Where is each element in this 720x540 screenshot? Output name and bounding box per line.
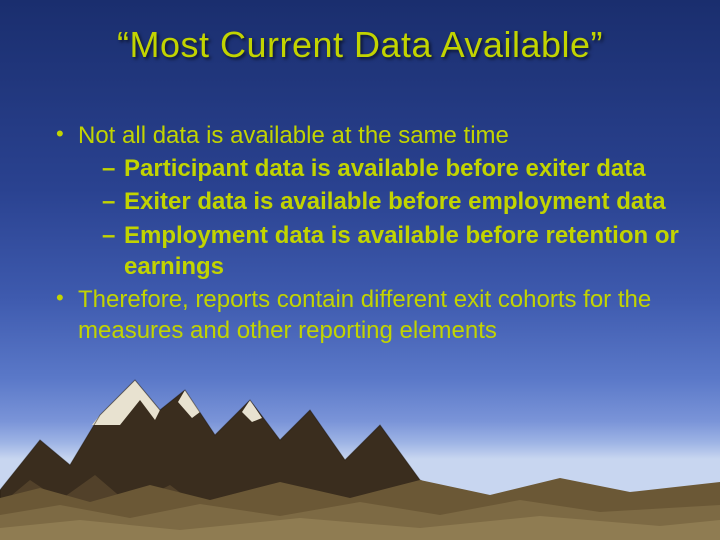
bullet-level1: Therefore, reports contain different exi… bbox=[56, 284, 680, 346]
mountain-range-graphic bbox=[0, 350, 720, 540]
bullet-level2: Participant data is available before exi… bbox=[56, 153, 680, 184]
slide-body: Not all data is available at the same ti… bbox=[56, 120, 680, 348]
slide: “Most Current Data Available” Not all da… bbox=[0, 0, 720, 540]
slide-title: “Most Current Data Available” bbox=[0, 24, 720, 66]
bullet-level1: Not all data is available at the same ti… bbox=[56, 120, 680, 151]
bullet-level2: Employment data is available before rete… bbox=[56, 220, 680, 282]
foothills-graphic bbox=[0, 460, 720, 540]
bullet-level2: Exiter data is available before employme… bbox=[56, 186, 680, 217]
